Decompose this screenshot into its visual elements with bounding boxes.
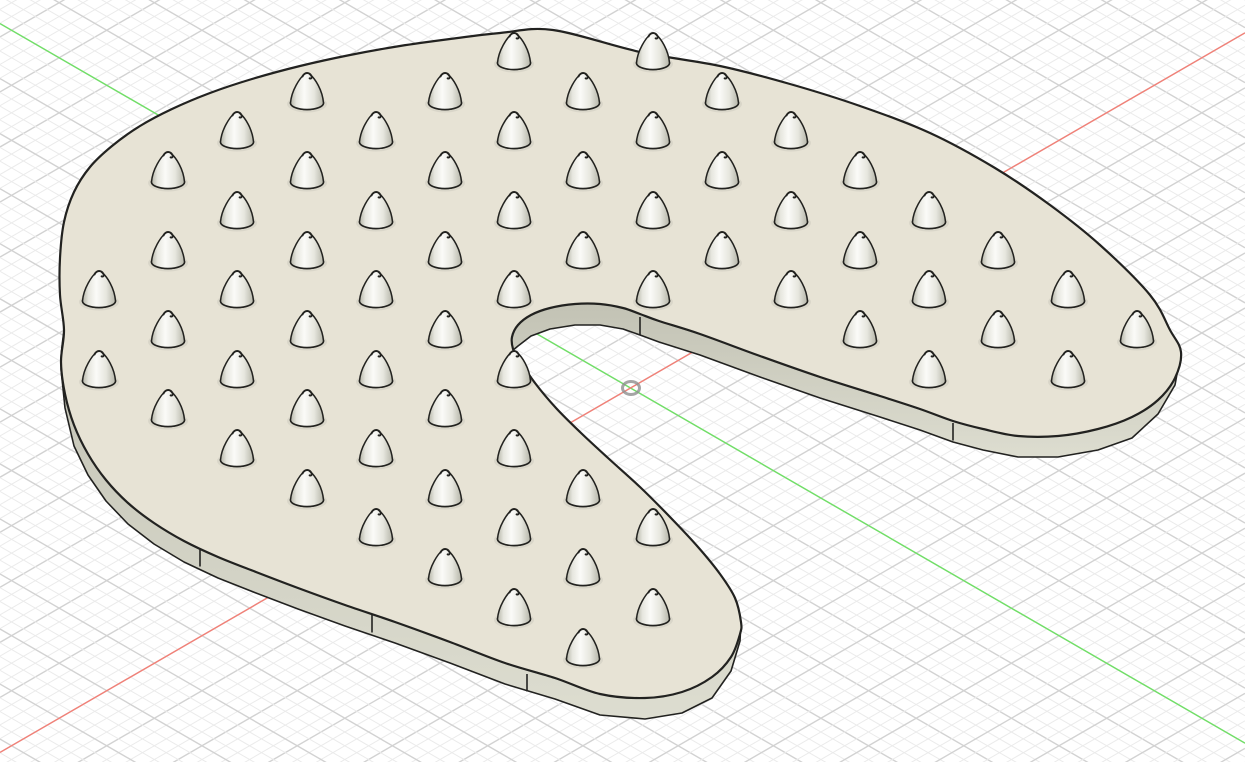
grid-minor-line — [0, 725, 1245, 762]
cad-viewport[interactable] — [0, 0, 1245, 762]
grid-minor-line — [0, 735, 1245, 762]
grid-major-line — [0, 0, 1245, 28]
scene-svg — [0, 0, 1245, 762]
